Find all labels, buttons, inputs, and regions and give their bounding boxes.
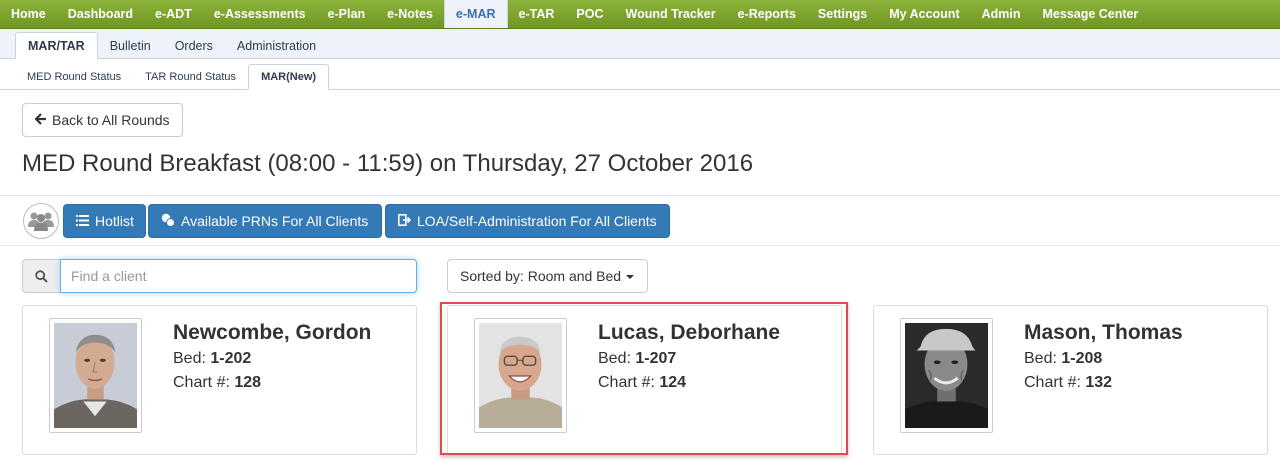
client-photo bbox=[49, 318, 142, 433]
nav-e-plan[interactable]: e-Plan bbox=[317, 0, 377, 28]
arrow-left-icon bbox=[34, 112, 47, 128]
nav-settings[interactable]: Settings bbox=[807, 0, 878, 28]
nav-my-account[interactable]: My Account bbox=[878, 0, 970, 28]
find-client-input[interactable] bbox=[60, 259, 417, 293]
client-card[interactable]: Newcombe, Gordon Bed: 1-202 Chart #: 128 bbox=[22, 305, 417, 455]
nav-message-center[interactable]: Message Center bbox=[1032, 0, 1150, 28]
nav-home[interactable]: Home bbox=[0, 0, 57, 28]
available-prns-label: Available PRNs For All Clients bbox=[181, 213, 369, 229]
divider bbox=[0, 195, 1280, 196]
page-title: MED Round Breakfast (08:00 - 11:59) on T… bbox=[22, 150, 754, 177]
nav-admin[interactable]: Admin bbox=[971, 0, 1032, 28]
nav-e-tar[interactable]: e-TAR bbox=[508, 0, 566, 28]
nav-poc[interactable]: POC bbox=[565, 0, 614, 28]
tab-orders[interactable]: Orders bbox=[163, 33, 225, 58]
sort-dropdown[interactable]: Sorted by: Room and Bed bbox=[447, 259, 648, 293]
list-icon bbox=[76, 214, 89, 229]
client-name: Mason, Thomas bbox=[1024, 321, 1183, 344]
users-group-icon bbox=[28, 212, 54, 231]
client-name: Lucas, Deborhane bbox=[598, 321, 781, 344]
sort-label: Sorted by: Room and Bed bbox=[460, 268, 622, 284]
caret-down-icon bbox=[626, 275, 635, 279]
tab-mar-new[interactable]: MAR(New) bbox=[248, 64, 330, 90]
top-nav: Home Dashboard e-ADT e-Assessments e-Pla… bbox=[0, 0, 1280, 29]
third-nav: MED Round Status TAR Round Status MAR(Ne… bbox=[0, 59, 1280, 90]
tab-mar-tar[interactable]: MAR/TAR bbox=[15, 32, 98, 59]
client-chart: Chart #: 124 bbox=[598, 374, 687, 391]
group-users-button[interactable] bbox=[23, 203, 59, 239]
pills-icon bbox=[161, 213, 175, 230]
client-photo bbox=[900, 318, 993, 433]
loa-self-administration-button[interactable]: LOA/Self-Administration For All Clients bbox=[385, 204, 670, 238]
nav-e-adt[interactable]: e-ADT bbox=[144, 0, 203, 28]
search-icon bbox=[35, 269, 48, 283]
client-name: Newcombe, Gordon bbox=[173, 321, 372, 344]
client-photo bbox=[474, 318, 567, 433]
loa-label: LOA/Self-Administration For All Clients bbox=[417, 213, 657, 229]
client-card[interactable]: Lucas, Deborhane Bed: 1-207 Chart #: 124 bbox=[447, 305, 842, 455]
nav-e-notes[interactable]: e-Notes bbox=[376, 0, 444, 28]
search-addon bbox=[22, 259, 60, 293]
hotlist-button[interactable]: Hotlist bbox=[63, 204, 146, 238]
client-bed: Bed: 1-202 bbox=[173, 350, 252, 367]
back-to-all-rounds-button[interactable]: Back to All Rounds bbox=[22, 103, 183, 137]
sign-out-icon bbox=[398, 213, 412, 229]
nav-e-assessments[interactable]: e-Assessments bbox=[203, 0, 317, 28]
client-bed: Bed: 1-208 bbox=[1024, 350, 1103, 367]
nav-e-mar[interactable]: e-MAR bbox=[443, 0, 508, 28]
client-chart: Chart #: 132 bbox=[1024, 374, 1113, 391]
nav-dashboard[interactable]: Dashboard bbox=[57, 0, 144, 28]
tab-tar-round-status[interactable]: TAR Round Status bbox=[133, 65, 248, 89]
nav-wound-tracker[interactable]: Wound Tracker bbox=[615, 0, 727, 28]
client-card[interactable]: Mason, Thomas Bed: 1-208 Chart #: 132 bbox=[873, 305, 1268, 455]
tab-med-round-status[interactable]: MED Round Status bbox=[15, 65, 133, 89]
tab-administration[interactable]: Administration bbox=[225, 33, 328, 58]
client-chart: Chart #: 128 bbox=[173, 374, 262, 391]
client-bed: Bed: 1-207 bbox=[598, 350, 677, 367]
tab-bulletin[interactable]: Bulletin bbox=[98, 33, 163, 58]
hotlist-label: Hotlist bbox=[95, 213, 134, 229]
available-prns-button[interactable]: Available PRNs For All Clients bbox=[148, 204, 382, 238]
back-button-label: Back to All Rounds bbox=[52, 112, 170, 128]
divider bbox=[0, 245, 1280, 246]
nav-e-reports[interactable]: e-Reports bbox=[727, 0, 807, 28]
sub-nav: MAR/TAR Bulletin Orders Administration bbox=[0, 29, 1280, 59]
